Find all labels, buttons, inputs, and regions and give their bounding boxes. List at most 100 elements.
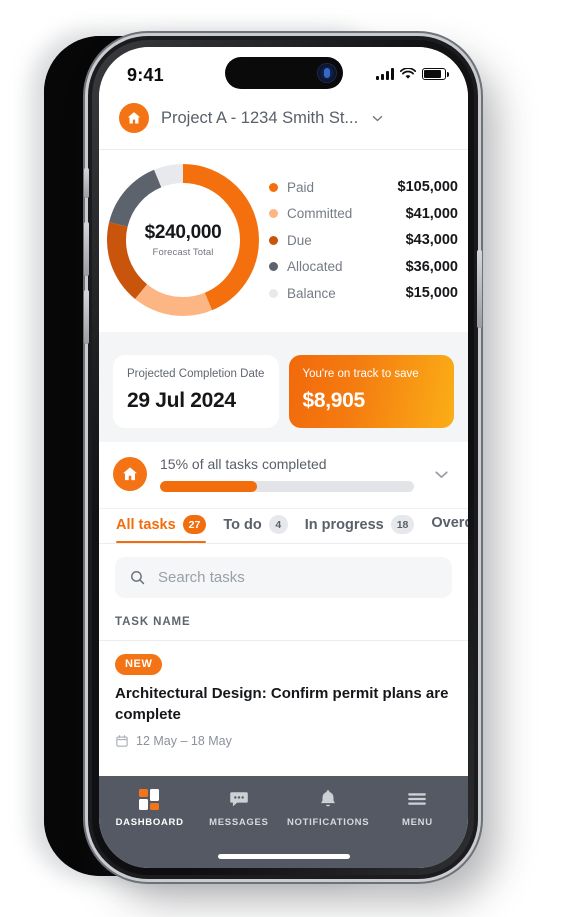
stat-card-label: Projected Completion Date (127, 368, 265, 380)
legend-value: $41,000 (405, 205, 458, 222)
legend-label: Allocated (287, 259, 343, 274)
volume-down-button[interactable] (84, 290, 89, 344)
nav-item-notifications[interactable]: NOTIFICATIONS (284, 788, 373, 828)
stat-card-value: $8,905 (302, 389, 366, 412)
legend-color-dot (269, 288, 278, 298)
calendar-icon (116, 735, 128, 748)
legend-row: Allocated $36,000 (269, 259, 458, 275)
donut-svg (107, 164, 259, 316)
phone-screen: 9:41 Project A - 1234 Smith St... $240,0… (99, 47, 468, 868)
legend-label: Committed (287, 206, 353, 221)
tab-label: To do (223, 516, 262, 533)
task-list: NEW Architectural Design: Confirm permit … (99, 640, 468, 763)
legend-color-dot (269, 209, 278, 218)
nav-item-messages[interactable]: MESSAGES (194, 788, 283, 828)
project-name-label: Project A - 1234 Smith St... (161, 108, 359, 127)
nav-item-label: MESSAGES (209, 817, 269, 828)
battery-icon (422, 68, 449, 80)
search-input[interactable] (158, 569, 438, 586)
nav-item-label: DASHBOARD (115, 817, 184, 828)
legend-row: Balance $15,000 (269, 285, 458, 301)
active-tab-underline (116, 540, 207, 543)
chevron-down-icon[interactable] (370, 111, 385, 126)
progress-bar-track (160, 481, 414, 492)
stat-card-value: 29 Jul 2024 (127, 389, 236, 412)
legend-value: $15,000 (405, 285, 458, 301)
legend-row: Paid $105,000 (269, 179, 458, 195)
front-camera-icon (316, 63, 337, 83)
legend-value: $105,000 (397, 179, 458, 195)
volume-up-button[interactable] (84, 222, 89, 276)
legend-color-dot (269, 182, 278, 192)
section-spacer (99, 332, 468, 343)
budget-legend: Paid $105,000 Committed $41,000 Due $43,000 Al… (263, 179, 458, 301)
screenshot-stage: 9:41 Project A - 1234 Smith St... $240,0… (0, 0, 578, 917)
dashboard-grid-icon (139, 788, 160, 810)
tab-count-badge: 4 (268, 515, 288, 534)
stat-card-row: Projected Completion Date 29 Jul 2024 You'… (99, 343, 468, 442)
chevron-down-icon[interactable] (431, 464, 452, 485)
tab-label: In progress (304, 516, 384, 533)
nav-item-dashboard[interactable]: DASHBOARD (105, 788, 194, 828)
nav-item-menu[interactable]: MENU (373, 788, 462, 828)
hamburger-menu-icon (408, 793, 427, 805)
nav-icon-wrapper (317, 788, 339, 810)
tab-in-progress[interactable]: In progress 18 (305, 515, 415, 543)
legend-label: Paid (287, 179, 315, 195)
dynamic-island (224, 57, 343, 89)
legend-color-dot (269, 262, 278, 271)
budget-summary-card: $240,000 Forecast Total Paid $105,000 Comm… (99, 150, 468, 332)
bell-icon (321, 790, 336, 807)
nav-item-label: NOTIFICATIONS (286, 817, 370, 828)
home-indicator[interactable] (217, 854, 350, 859)
status-bar-time: 9:41 (127, 65, 164, 85)
home-icon (119, 103, 149, 133)
tab-to-do[interactable]: To do 4 (223, 515, 288, 543)
legend-value: $36,000 (405, 258, 458, 275)
nav-icon-wrapper (228, 788, 250, 810)
progress-label: 15% of all tasks completed (160, 456, 327, 472)
legend-row: Due $43,000 (269, 232, 458, 248)
search-box[interactable] (115, 557, 452, 598)
mute-switch[interactable] (84, 168, 89, 198)
nav-icon-wrapper (406, 788, 428, 810)
task-list-item[interactable]: NEW Architectural Design: Confirm permit … (99, 640, 468, 763)
search-icon (131, 571, 145, 585)
tab-count-badge: 27 (182, 515, 207, 534)
task-name-column-header: TASK NAME (99, 608, 468, 640)
tab-count-badge: 18 (390, 515, 415, 534)
stat-card-label: You're on track to save (302, 368, 419, 380)
tab-all-tasks[interactable]: All tasks 27 (116, 515, 207, 543)
bottom-navigation: DASHBOARD MESSAGES NOTIFICATIONS MENU (99, 776, 468, 868)
chat-bubble-icon (230, 792, 248, 807)
tab-label: Overdue (431, 515, 468, 531)
project-selector[interactable]: Project A - 1234 Smith St... (99, 97, 468, 149)
forecast-donut-chart: $240,000 Forecast Total (107, 164, 259, 316)
progress-bar-fill (160, 481, 257, 492)
power-button[interactable] (477, 250, 482, 328)
tasks-progress-row[interactable]: 15% of all tasks completed (99, 442, 468, 508)
status-bar: 9:41 (99, 47, 468, 97)
stat-card-savings[interactable]: You're on track to save $8,905 (288, 355, 454, 428)
cellular-bars-icon (376, 68, 394, 80)
home-icon (113, 457, 147, 491)
task-filter-tabs: All tasks 27 To do 4 In progress 18 Overdue (99, 508, 468, 543)
legend-color-dot (269, 235, 278, 245)
legend-row: Committed $41,000 (269, 206, 458, 222)
task-date-range: 12 May – 18 May (115, 734, 452, 748)
wifi-icon (400, 68, 416, 79)
new-badge: NEW (115, 654, 163, 675)
search-section (99, 544, 468, 608)
legend-value: $43,000 (405, 232, 458, 248)
tab-overdue[interactable]: Overdue (431, 515, 468, 540)
status-bar-indicators (376, 64, 449, 80)
nav-icon-wrapper (139, 788, 160, 810)
task-title: Architectural Design: Confirm permit pla… (115, 685, 449, 723)
task-date-text: 12 May – 18 May (136, 734, 232, 749)
legend-label: Due (287, 232, 312, 248)
tab-label: All tasks (116, 516, 176, 533)
stat-card-completion-date[interactable]: Projected Completion Date 29 Jul 2024 (113, 355, 279, 428)
nav-item-label: MENU (401, 817, 433, 828)
legend-label: Balance (287, 285, 336, 301)
progress-body: 15% of all tasks completed (160, 456, 414, 492)
